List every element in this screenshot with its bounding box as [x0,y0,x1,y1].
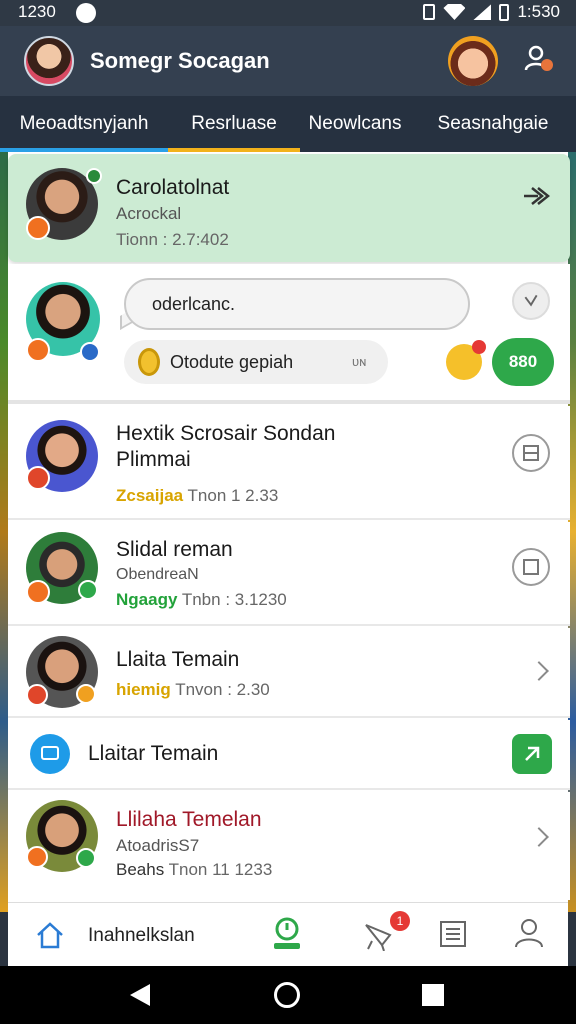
contact-meta: Ngaagy Tnbn : 3.1230 [116,590,287,610]
tab-1[interactable]: Meoadtsnyjanh [0,96,168,152]
online-badge [86,168,102,184]
account-settings-icon[interactable] [524,44,554,74]
home-icon[interactable] [34,919,66,951]
user-avatar[interactable] [448,36,498,86]
message-text: oderlcanc. [152,294,236,314]
tab-bar: Meoadtsnyjanh Resrluase Neowlcans Seasna… [0,96,576,152]
option-label: Otodute gepiah [170,352,294,372]
add-button[interactable] [512,734,552,774]
contact-subtitle: AtoadrisS7 [116,836,200,855]
tab-2[interactable]: Resrluase [168,96,300,152]
bottom-nav: Inahnelkslan 1 [8,902,568,966]
contact-subtitle: ObendreaN [116,566,199,583]
home-button-icon[interactable] [274,982,300,1008]
contact-list: Carolatolnat Acrockal Tionn : 2.7:402 od… [8,152,570,902]
emoji-badge [472,340,486,354]
profile-icon[interactable] [514,917,544,949]
profile-avatar[interactable] [24,36,74,86]
online-badge [80,342,100,362]
notification-icon [76,3,96,23]
forward-icon[interactable] [520,182,552,210]
vibrate-icon [423,4,436,20]
contact-icon [30,734,70,774]
tab-3[interactable]: Neowlcans [300,96,410,152]
status-time: 1230 [18,2,56,21]
contact-name: Llaitar Temain [88,742,219,765]
tab-label: Neowlcans [308,113,402,134]
contact-time: Tionn : 2.7:402 [116,230,229,249]
contact-tag: hiemig [116,680,171,699]
contact-name-line2: Plimmai [116,448,191,471]
status-clock: 1:530 [517,2,560,21]
message-button[interactable] [512,548,550,586]
wifi-icon [443,4,466,20]
contact-time: Tnbn : 3.1230 [181,590,287,609]
message-icon [523,445,539,461]
tab-label: Meoadtsnyjanh [19,113,149,134]
chevron-right-icon[interactable] [529,827,549,847]
contact-tag: Zcsaijaa [116,486,184,505]
online-badge [76,684,96,704]
contact-name: Carolatolnat [116,176,230,199]
battery-icon [499,3,510,21]
status-badge [26,216,50,240]
contact-subtitle: Acrockal [116,204,182,223]
status-badge [26,846,48,868]
signal-icon [473,4,492,20]
home-label: Inahnelkslan [88,925,195,946]
system-navbar [0,966,576,1024]
online-badge [76,848,96,868]
contact-tag: Ngaagy [116,590,178,609]
reply-button[interactable] [512,282,550,320]
status-badge [26,338,50,362]
contact-name: Llilaha Temelan [116,808,262,831]
status-badge [26,580,50,604]
contact-row[interactable]: Hextik Scrosair Sondan Plimmai Zcsaijaa … [8,406,570,520]
reply-icon [524,294,538,307]
location-icon[interactable] [270,915,304,951]
featured-contact-card[interactable]: Carolatolnat Acrockal Tionn : 2.7:402 [8,154,570,262]
contact-meta: hiemig Tnvon : 2.30 [116,680,270,700]
contact-name: Llaita Temain [116,648,240,671]
coin-icon [138,348,160,376]
contact-row[interactable]: Llilaha Temelan AtoadrisS7 Beahs Tnon 11… [8,792,570,900]
app-title: Somegr Socagan [90,48,270,73]
contact-tag: Beahs [116,860,165,879]
contact-row[interactable]: Llaita Temain hiemig Tnvon : 2.30 [8,628,570,718]
contact-name: Slidal reman [116,538,233,561]
background-left [0,152,8,912]
contact-meta: Beahs Tnon 11 1233 [116,860,272,880]
option-suffix: ᴜɴ [352,354,367,369]
chevron-right-icon[interactable] [529,661,549,681]
message-bubble[interactable]: oderlcanc. [124,278,470,330]
add-icon [525,746,540,761]
status-bar: 1230 1:530 [0,0,576,26]
online-badge [78,580,98,600]
contact-name: Hextik Scrosair Sondan [116,422,336,445]
list-icon[interactable] [438,919,468,949]
tab-label: Resrluase [191,113,277,134]
contact-time: Tnon 11 1233 [168,860,273,879]
option-pill[interactable]: Otodute gepiah ᴜɴ [124,340,388,384]
emoji-icon[interactable] [446,340,486,380]
status-badge [26,684,48,706]
app-header: Somegr Socagan [0,26,576,96]
notification-badge: 1 [390,911,410,931]
tab-label: Seasnahgaie [437,113,549,134]
contact-row[interactable]: Llaitar Temain [8,720,570,790]
contact-time: Tnvon : 2.30 [175,680,270,699]
message-icon [523,559,539,575]
contact-meta: Zcsaijaa Tnon 1 2.33 [116,486,278,506]
action-pill[interactable]: 880 [492,338,554,386]
message-button[interactable] [512,434,550,472]
tab-4[interactable]: Seasnahgaie [410,96,576,152]
status-badge [26,466,50,490]
contact-row[interactable]: Slidal reman ObendreaN Ngaagy Tnbn : 3.1… [8,522,570,626]
recents-icon[interactable] [422,984,444,1006]
back-icon[interactable] [128,982,152,1008]
contact-time: Tnon 1 2.33 [187,486,279,505]
